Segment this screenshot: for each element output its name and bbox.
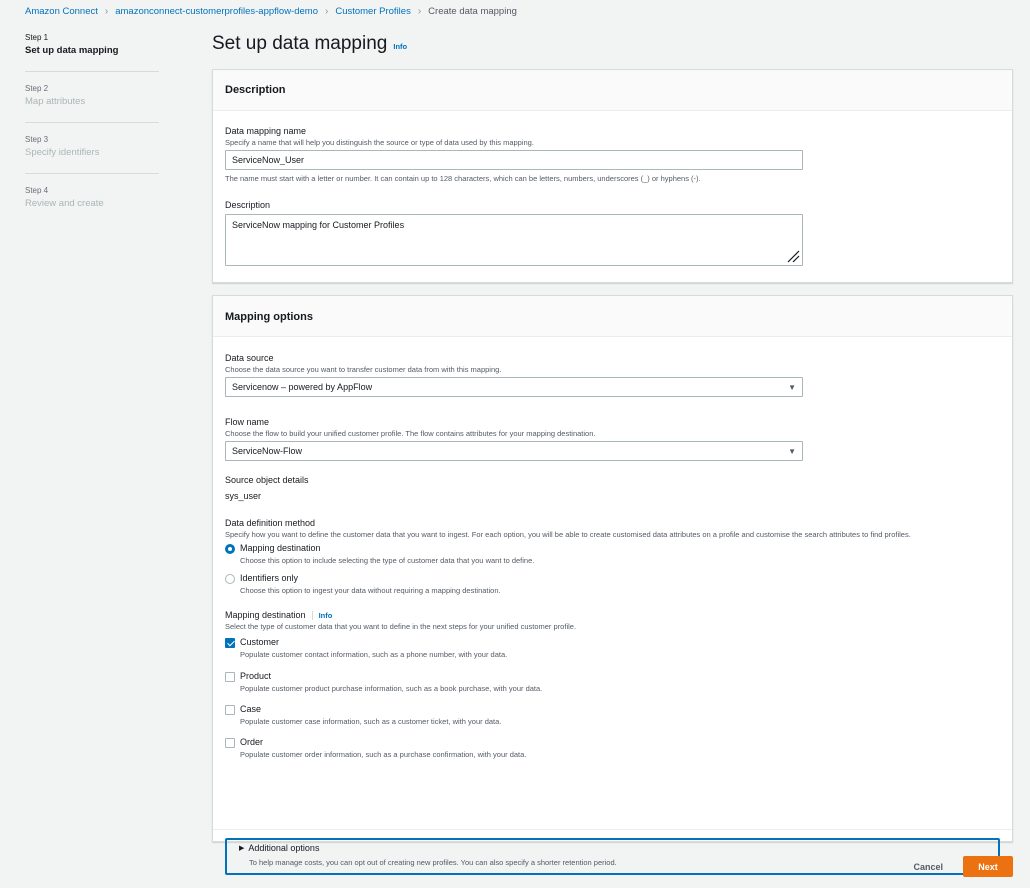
data-mapping-name-label: Data mapping name xyxy=(225,126,307,136)
chevron-right-icon: › xyxy=(324,6,329,17)
step-number: Step 1 xyxy=(25,33,49,42)
step-label: Set up data mapping xyxy=(25,45,119,56)
option-description: Choose this option to ingest your data w… xyxy=(240,586,501,595)
additional-options-description: To help manage costs, you can opt out of… xyxy=(249,858,617,867)
data-mapping-name-constraint: The name must start with a letter or num… xyxy=(225,174,701,183)
data-source-select[interactable]: Servicenow – powered by AppFlow ▼ xyxy=(225,377,803,397)
data-definition-method-label: Data definition method xyxy=(225,518,316,528)
wizard-step-4: Step 4 Review and create xyxy=(25,185,159,225)
step-label: Map attributes xyxy=(25,96,86,107)
checkbox-product[interactable]: Product Populate customer product purcha… xyxy=(225,671,1000,693)
radio-identifiers-only[interactable]: Identifiers only Choose this option to i… xyxy=(225,573,1000,595)
breadcrumb-amazon-connect[interactable]: Amazon Connect xyxy=(25,6,98,17)
wizard-step-2: Step 2 Map attributes xyxy=(25,83,159,123)
option-title: Mapping destination xyxy=(240,543,321,553)
data-mapping-name-input[interactable] xyxy=(225,150,803,170)
divider xyxy=(311,610,313,620)
description-label: Description xyxy=(225,200,271,210)
flow-name-label: Flow name xyxy=(225,417,270,427)
mapping-options-panel: Mapping options Data source Choose the d… xyxy=(212,295,1013,875)
option-description: Populate customer contact information, s… xyxy=(240,650,508,659)
radio-button[interactable] xyxy=(225,544,235,554)
caret-right-icon: ▶ xyxy=(239,845,245,852)
next-button[interactable]: Next xyxy=(963,856,1013,877)
panel-header: Description xyxy=(213,70,1012,111)
option-description: Populate customer case information, such… xyxy=(240,717,502,726)
breadcrumb-instance[interactable]: amazonconnect-customerprofiles-appflow-d… xyxy=(115,6,318,17)
option-description: Populate customer product purchase infor… xyxy=(240,684,543,693)
data-source-value: Servicenow – powered by AppFlow xyxy=(232,382,373,392)
option-description: Choose this option to include selecting … xyxy=(240,556,535,565)
checkbox-customer[interactable]: Customer Populate customer contact infor… xyxy=(225,637,1000,659)
radio-button[interactable] xyxy=(225,574,235,584)
breadcrumb-customer-profiles[interactable]: Customer Profiles xyxy=(335,6,411,17)
checkbox-order[interactable]: Order Populate customer order informatio… xyxy=(225,737,1000,759)
caret-down-icon: ▼ xyxy=(788,382,796,392)
option-description: Populate customer order information, suc… xyxy=(240,750,527,759)
checkbox-case[interactable]: Case Populate customer case information,… xyxy=(225,704,1000,726)
wizard-steps: Step 1 Set up data mapping Step 2 Map at… xyxy=(25,32,159,236)
info-link[interactable]: Info xyxy=(319,611,333,620)
option-title: Identifiers only xyxy=(240,573,299,583)
radio-mapping-destination[interactable]: Mapping destination Choose this option t… xyxy=(225,543,1000,565)
additional-options-title: Additional options xyxy=(248,843,320,853)
panel-header: Mapping options xyxy=(213,296,1012,337)
cancel-button[interactable]: Cancel xyxy=(913,862,943,872)
description-textarea[interactable]: ServiceNow mapping for Customer Profiles xyxy=(225,214,803,266)
breadcrumb: Amazon Connect › amazonconnect-customerp… xyxy=(25,6,517,17)
step-label: Specify identifiers xyxy=(25,147,100,158)
checkbox[interactable] xyxy=(225,705,235,715)
resize-handle-icon[interactable] xyxy=(786,249,800,263)
data-definition-method-description: Specify how you want to define the custo… xyxy=(225,530,911,539)
chevron-right-icon: › xyxy=(104,6,109,17)
description-value: ServiceNow mapping for Customer Profiles xyxy=(232,220,405,230)
info-link[interactable]: Info xyxy=(393,42,407,51)
mapping-destination-header: Mapping destination Info xyxy=(225,610,1000,620)
flow-name-value: ServiceNow-Flow xyxy=(232,446,303,456)
caret-down-icon: ▼ xyxy=(788,446,796,456)
mapping-destination-description: Select the type of customer data that yo… xyxy=(225,622,577,631)
source-object-label: Source object details xyxy=(225,475,309,485)
wizard-step-1: Step 1 Set up data mapping xyxy=(25,32,159,72)
page-title: Set up data mapping xyxy=(212,33,388,54)
wizard-actions: Cancel Next xyxy=(913,856,1013,877)
page-header: Set up data mapping Info xyxy=(212,33,407,55)
source-object-value: sys_user xyxy=(225,491,262,501)
additional-options-expander[interactable]: ▶ Additional options To help manage cost… xyxy=(225,838,1000,875)
step-number: Step 3 xyxy=(25,135,49,144)
step-label: Review and create xyxy=(25,198,104,209)
option-title: Customer xyxy=(240,637,280,647)
breadcrumb-current: Create data mapping xyxy=(428,6,517,17)
data-source-label: Data source xyxy=(225,353,274,363)
data-source-description: Choose the data source you want to trans… xyxy=(225,365,502,374)
wizard-step-3: Step 3 Specify identifiers xyxy=(25,134,159,174)
checkbox[interactable] xyxy=(225,638,235,648)
divider xyxy=(213,829,1012,830)
chevron-right-icon: › xyxy=(417,6,422,17)
option-title: Order xyxy=(240,737,264,747)
step-number: Step 4 xyxy=(25,186,49,195)
checkbox[interactable] xyxy=(225,738,235,748)
flow-name-select[interactable]: ServiceNow-Flow ▼ xyxy=(225,441,803,461)
data-mapping-name-description: Specify a name that will help you distin… xyxy=(225,138,534,147)
option-title: Product xyxy=(240,671,272,681)
option-title: Case xyxy=(240,704,262,714)
step-number: Step 2 xyxy=(25,84,49,93)
checkbox[interactable] xyxy=(225,672,235,682)
description-panel: Description Data mapping name Specify a … xyxy=(212,69,1013,283)
mapping-destination-label: Mapping destination xyxy=(225,610,306,620)
flow-name-description: Choose the flow to build your unified cu… xyxy=(225,429,596,438)
